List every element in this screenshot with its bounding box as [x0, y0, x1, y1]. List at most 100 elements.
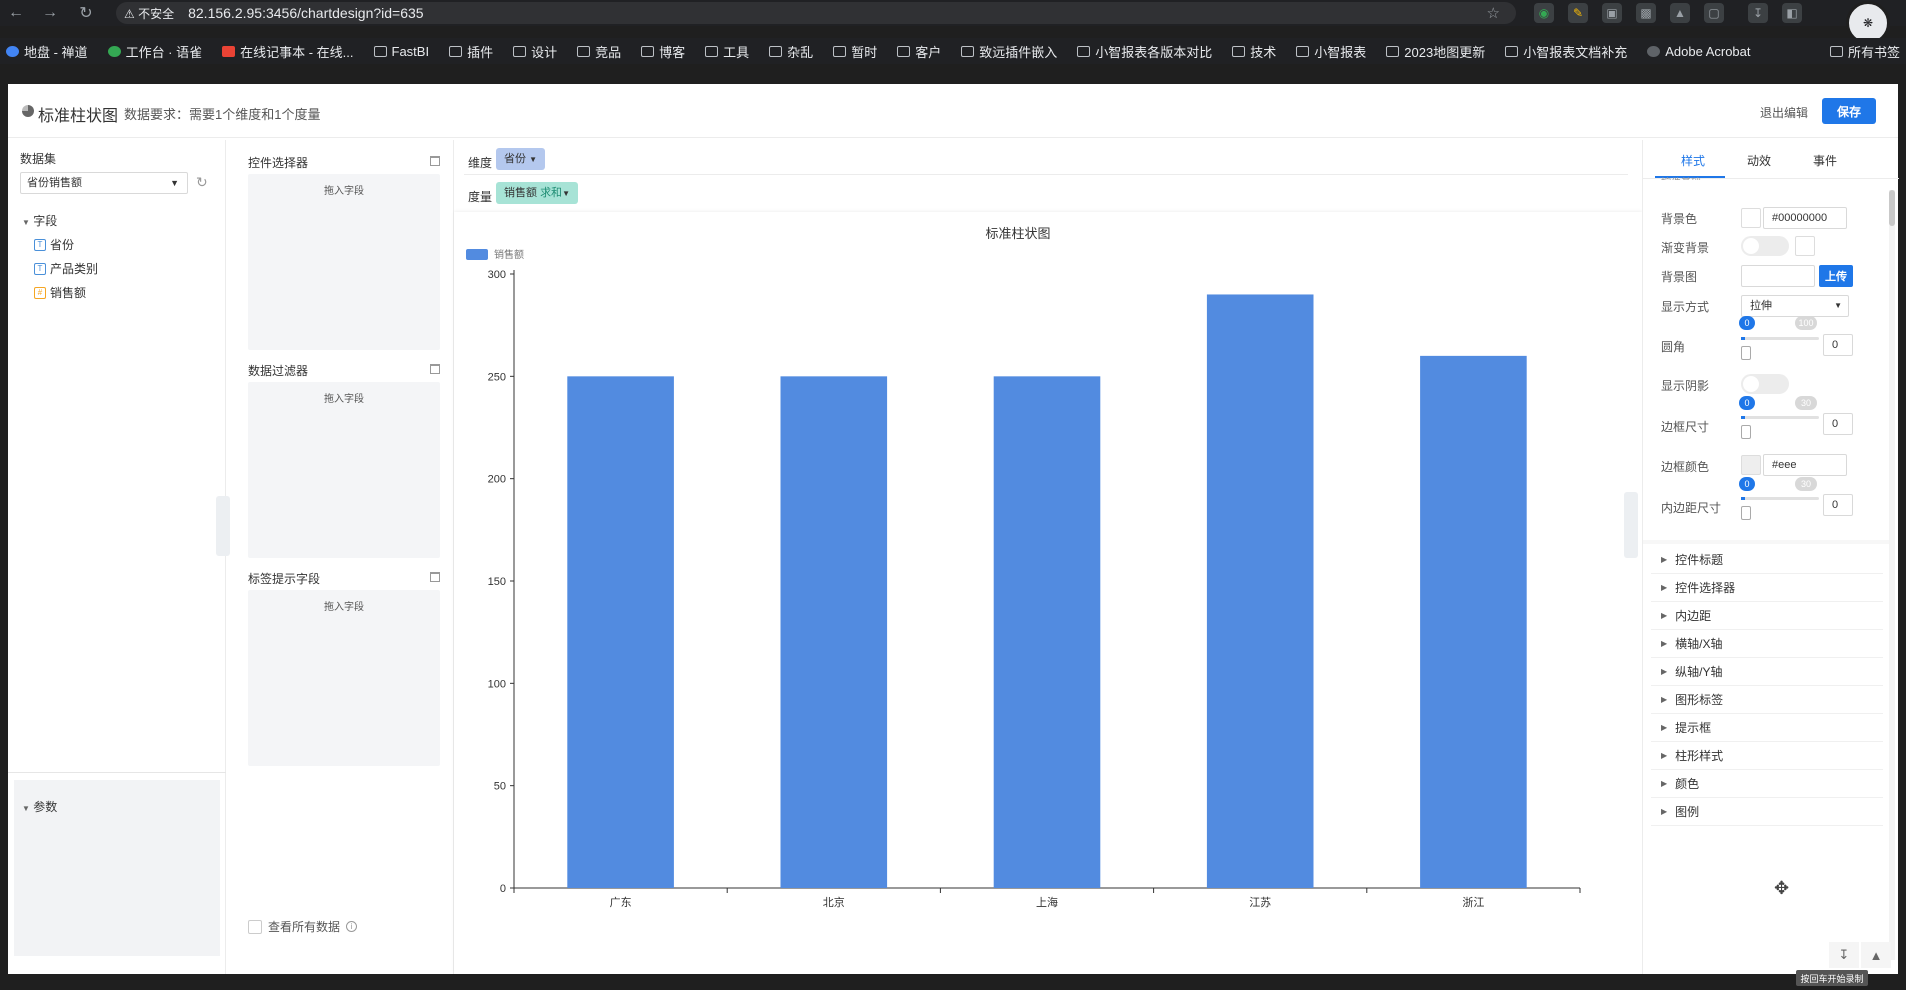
security-warning[interactable]: ⚠ 不安全 [124, 5, 174, 22]
border-size-slider-thumb[interactable] [1741, 425, 1751, 439]
shadow-toggle[interactable] [1741, 374, 1789, 394]
address-bar[interactable]: ⚠ 不安全 82.156.2.95:3456/chartdesign?id=63… [116, 2, 1516, 24]
shield-extension-icon[interactable]: ◉ [1534, 3, 1554, 23]
tooltip-drop-zone[interactable]: 拖入字段 [248, 590, 440, 766]
tab-events[interactable]: 事件 [1813, 152, 1837, 169]
section-y-axis[interactable]: ▶ 纵轴/Y轴 [1651, 658, 1883, 686]
forward-icon[interactable]: → [38, 0, 62, 26]
bookmark-item[interactable]: 工作台 · 语雀 [107, 42, 202, 61]
field-item[interactable]: T 产品类别 [34, 260, 98, 277]
border-color-input[interactable]: #eee [1763, 454, 1847, 476]
bg-color-input[interactable]: #00000000 [1763, 207, 1847, 229]
download-icon[interactable]: ↧ [1748, 3, 1768, 23]
field-item[interactable]: # 销售额 [34, 284, 86, 301]
bookmark-folder[interactable]: 工具 [705, 42, 749, 61]
scrollbar-thumb[interactable] [1889, 190, 1895, 226]
reload-icon[interactable]: ↻ [74, 0, 98, 26]
extension-icon[interactable]: ▲ [1670, 3, 1690, 23]
bookmark-folder[interactable]: 致远插件嵌入 [961, 42, 1057, 61]
extension-icon[interactable]: ▩ [1636, 3, 1656, 23]
radius-input[interactable]: 0 [1823, 334, 1853, 356]
section-x-axis[interactable]: ▶ 横轴/X轴 [1651, 630, 1883, 658]
trash-icon[interactable] [430, 572, 440, 582]
filter-drop-zone[interactable]: 拖入字段 [248, 382, 440, 558]
dataset-select[interactable]: 省份销售额 ▼ [20, 172, 188, 194]
bookmark-folder[interactable]: 客户 [897, 42, 941, 61]
section-legend[interactable]: ▶ 图例 [1651, 798, 1883, 826]
style-panel-scrollbar[interactable] [1889, 190, 1895, 960]
bookmark-folder[interactable]: 小智报表 [1296, 42, 1366, 61]
bookmark-folder[interactable]: 暂时 [833, 42, 877, 61]
bookmark-star-icon[interactable]: ☆ [1487, 4, 1500, 22]
section-bar-style[interactable]: ▶ 柱形样式 [1651, 742, 1883, 770]
padding-slider[interactable] [1741, 497, 1819, 500]
bar[interactable] [993, 376, 1101, 888]
params-header[interactable]: ▼ 参数 [22, 798, 57, 815]
info-icon[interactable]: i [346, 921, 358, 932]
bookmark-item[interactable]: Adobe Acrobat [1647, 44, 1751, 59]
puzzle-icon[interactable]: ▢ [1704, 3, 1724, 23]
pen-extension-icon[interactable]: ✎ [1568, 3, 1588, 23]
bookmark-folder[interactable]: 2023地图更新 [1386, 42, 1485, 61]
section-padding[interactable]: ▶ 内边距 [1651, 602, 1883, 630]
view-all-data-checkbox[interactable]: 查看所有数据 i [248, 918, 358, 935]
section-color[interactable]: ▶ 颜色 [1651, 770, 1883, 798]
bookmark-folder[interactable]: 竞品 [577, 42, 621, 61]
trash-icon[interactable] [430, 364, 440, 374]
extension-icon[interactable]: ▣ [1602, 3, 1622, 23]
bookmark-item[interactable]: 在线记事本 - 在线... [222, 42, 354, 61]
right-collapse-handle[interactable] [1624, 492, 1638, 558]
bar[interactable] [780, 376, 888, 888]
download-icon[interactable]: ↧ [1829, 942, 1859, 968]
section-control-title[interactable]: ▶ 控件标题 [1651, 546, 1883, 574]
panel-divider[interactable] [8, 772, 226, 773]
chart-container[interactable]: 标准柱状图 销售额 0 50 100 150 200 250 300 广东 北京 上海 江苏 浙江 [454, 212, 1642, 974]
bar[interactable] [1420, 355, 1527, 888]
bookmark-folder[interactable]: 技术 [1232, 42, 1276, 61]
save-button[interactable]: 保存 [1822, 98, 1876, 124]
bookmark-folder[interactable]: 小智报表文档补充 [1505, 42, 1627, 61]
border-size-input[interactable]: 0 [1823, 413, 1853, 435]
eject-icon[interactable]: ▲ [1861, 942, 1891, 968]
bg-image-input[interactable] [1741, 265, 1815, 287]
bookmark-folder[interactable]: FastBI [373, 44, 429, 59]
exit-edit-button[interactable]: 退出编辑 [1760, 104, 1808, 121]
gradient-color-swatch[interactable] [1795, 236, 1815, 256]
border-size-slider[interactable] [1741, 416, 1819, 419]
upload-button[interactable]: 上传 [1819, 265, 1853, 287]
section-control-selector[interactable]: ▶ 控件选择器 [1651, 574, 1883, 602]
selector-drop-zone[interactable]: 拖入字段 [248, 174, 440, 350]
dimension-label: 维度 [468, 156, 493, 170]
bar[interactable] [567, 376, 674, 888]
tab-style[interactable]: 样式 [1681, 152, 1705, 169]
field-item[interactable]: T 省份 [34, 236, 74, 253]
refresh-icon[interactable]: ↻ [196, 174, 212, 190]
bookmark-folder[interactable]: 设计 [513, 42, 557, 61]
sidepanel-icon[interactable]: ◧ [1782, 3, 1802, 23]
all-bookmarks[interactable]: 所有书签 [1821, 38, 1900, 64]
trash-icon[interactable] [430, 156, 440, 166]
bookmark-folder[interactable]: 杂乱 [769, 42, 813, 61]
bookmark-folder[interactable]: 博客 [641, 42, 685, 61]
section-graphic-label[interactable]: ▶ 图形标签 [1651, 686, 1883, 714]
display-mode-select[interactable]: 拉伸 ▼ [1741, 295, 1849, 317]
measure-chip[interactable]: 销售额 求和▼ [496, 182, 578, 204]
bookmark-folder[interactable]: 插件 [449, 42, 493, 61]
tab-animation[interactable]: 动效 [1747, 152, 1771, 169]
bar[interactable] [1206, 294, 1314, 888]
field-tree-root[interactable]: ▼ 字段 [22, 212, 57, 229]
checkbox[interactable] [248, 919, 262, 934]
padding-slider-thumb[interactable] [1741, 506, 1751, 520]
radius-slider-thumb[interactable] [1741, 346, 1751, 360]
dimension-chip[interactable]: 省份 ▼ [496, 148, 545, 170]
bookmark-folder[interactable]: 小智报表各版本对比 [1077, 42, 1212, 61]
border-color-swatch[interactable] [1741, 455, 1761, 475]
bookmark-item[interactable]: 地盘 - 禅道 [6, 42, 88, 61]
radius-slider[interactable] [1741, 337, 1819, 340]
gradient-toggle[interactable] [1741, 236, 1789, 256]
section-tooltip[interactable]: ▶ 提示框 [1651, 714, 1883, 742]
back-icon[interactable]: ← [4, 0, 28, 26]
bg-color-swatch[interactable] [1741, 208, 1761, 228]
padding-input[interactable]: 0 [1823, 494, 1853, 516]
bar-chart[interactable]: 标准柱状图销售额 0 50 100 150 200 250 300 广东 北京 上海 江苏 浙江 [454, 212, 1642, 974]
